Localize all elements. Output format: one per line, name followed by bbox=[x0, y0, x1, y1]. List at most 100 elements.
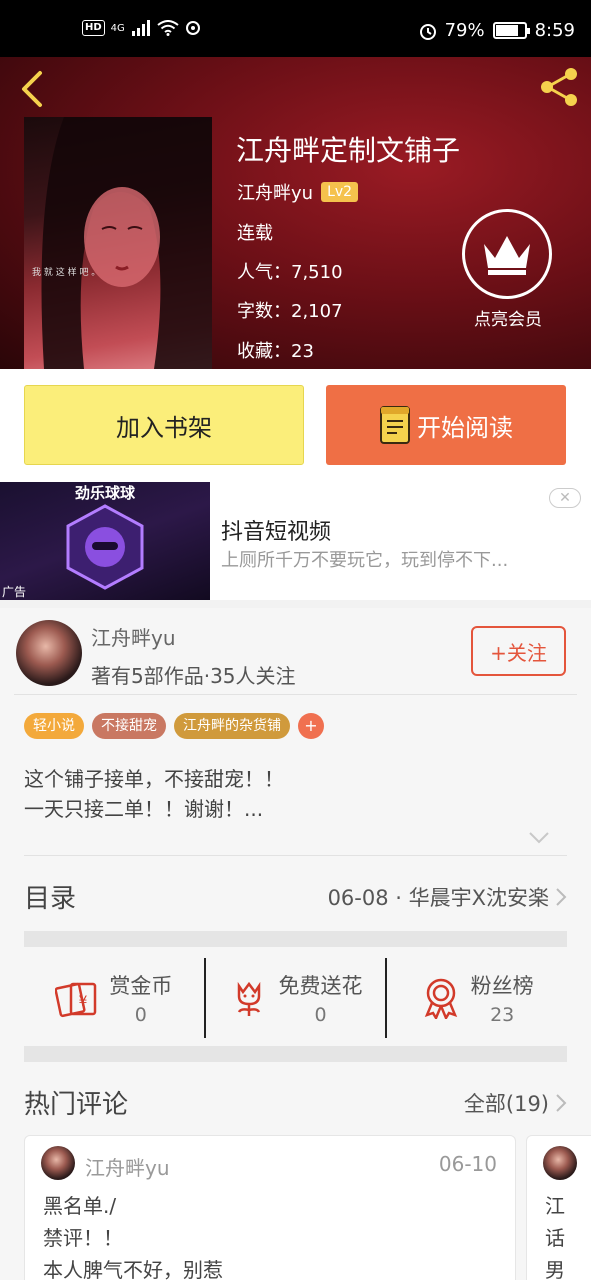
send-flower-label: 免费送花 bbox=[278, 974, 363, 998]
status-bar: HD 4G 79% 8:59 bbox=[0, 0, 591, 57]
svg-text:¥: ¥ bbox=[79, 994, 88, 1010]
start-reading-button[interactable]: 开始阅读 bbox=[326, 385, 566, 465]
book-header: 我 就 这 样 吧 。 江舟畔定制文铺子 江舟畔yu Lv2 连载 人气：7,5… bbox=[0, 57, 591, 369]
comment-card-next[interactable]: 江 话 男 bbox=[526, 1135, 591, 1280]
comment-avatar[interactable] bbox=[543, 1146, 577, 1180]
comment-line: 黑名单./ bbox=[43, 1194, 117, 1218]
start-reading-label: 开始阅读 bbox=[417, 413, 513, 442]
status-left: HD 4G bbox=[82, 20, 201, 36]
vip-label: 点亮会员 bbox=[474, 310, 542, 330]
support-stats: ¥ 赏金币 0 免费送花 0 粉丝榜 23 bbox=[24, 958, 567, 1038]
battery-icon bbox=[492, 22, 530, 39]
status-right: 79% 8:59 bbox=[419, 20, 575, 41]
all-comments-label: 全部(19) bbox=[463, 1092, 549, 1116]
battery-fill bbox=[495, 25, 518, 36]
game-logo-icon bbox=[66, 504, 144, 590]
add-tag-icon[interactable]: + bbox=[298, 713, 324, 739]
reward-coin-button[interactable]: ¥ 赏金币 0 bbox=[24, 958, 204, 1038]
send-flower-button[interactable]: 免费送花 0 bbox=[203, 958, 386, 1038]
latest-chapter-label: 06-08 · 华晨宇X沈安楽 bbox=[327, 886, 549, 910]
description-line: 一天只接二单！！谢谢！... bbox=[24, 797, 264, 821]
tag-list: 轻小说 不接甜宠 江舟畔的杂货铺 + bbox=[24, 713, 324, 739]
battery-percent: 79% bbox=[444, 20, 485, 41]
divider bbox=[14, 694, 577, 695]
network-label: 4G bbox=[110, 22, 125, 34]
comment-avatar[interactable] bbox=[41, 1146, 75, 1180]
separator-band bbox=[24, 1046, 567, 1062]
favorites-count: 收藏：23 bbox=[237, 341, 314, 362]
ad-title: 抖音短视频 bbox=[221, 520, 332, 545]
signal-icon bbox=[131, 20, 150, 36]
crown-badge bbox=[462, 209, 552, 299]
clock: 8:59 bbox=[534, 20, 575, 41]
comment-line: 话 bbox=[545, 1226, 565, 1250]
serial-status: 连载 bbox=[237, 223, 273, 244]
reward-coin-value: 0 bbox=[134, 1004, 147, 1026]
crown-icon bbox=[484, 236, 530, 275]
flower-icon bbox=[237, 981, 260, 1016]
fan-ranking-button[interactable]: 粉丝榜 23 bbox=[385, 958, 567, 1038]
comment-line: 江 bbox=[545, 1194, 565, 1218]
comment-line: 男 bbox=[545, 1258, 565, 1280]
tag-light-novel[interactable]: 轻小说 bbox=[24, 713, 84, 739]
author-stats: 著有5部作品·35人关注 bbox=[91, 664, 296, 688]
divider bbox=[24, 855, 567, 856]
description-line: 这个铺子接单，不接甜宠！！ bbox=[24, 767, 284, 791]
tag-grocery-store[interactable]: 江舟畔的杂货铺 bbox=[174, 713, 290, 739]
popularity: 人气：7,510 bbox=[237, 262, 343, 283]
ad-image-title: 劲乐球球 bbox=[74, 484, 135, 502]
content-panel: 江舟畔yu 著有5部作品·35人关注 +关注 轻小说 不接甜宠 江舟畔的杂货铺 … bbox=[0, 608, 591, 1280]
action-bar: 加入书架 开始阅读 bbox=[0, 369, 591, 482]
vip-button[interactable]: 点亮会员 bbox=[462, 209, 554, 330]
share-icon[interactable] bbox=[537, 65, 581, 109]
word-count: 字数：2,107 bbox=[237, 301, 343, 322]
comment-date: 06-10 bbox=[438, 1152, 497, 1176]
comment-line: 禁评！！ bbox=[43, 1226, 123, 1250]
ad-banner[interactable]: 劲乐球球 广告 抖音短视频 上厕所千万不要玩它，玩到停不下... ✕ bbox=[0, 482, 591, 600]
wifi-icon bbox=[157, 20, 179, 36]
hot-comments-title: 热门评论 bbox=[24, 1090, 129, 1120]
reward-coin-label: 赏金币 bbox=[109, 974, 173, 998]
author-line: 江舟畔yu Lv2 bbox=[237, 179, 359, 205]
alarm-icon bbox=[419, 23, 436, 40]
reward-coin-icon: ¥ bbox=[55, 982, 97, 1018]
chevron-down-icon[interactable] bbox=[528, 830, 550, 846]
sync-icon bbox=[185, 21, 200, 35]
cover-illustration bbox=[41, 117, 212, 369]
send-flower-text: 免费送花 0 bbox=[279, 970, 363, 1026]
comment-line: 本人脾气不好，别惹 bbox=[43, 1258, 223, 1280]
separator-band bbox=[24, 931, 567, 947]
comment-text: 江 话 男 bbox=[545, 1190, 569, 1280]
hd-badge: HD bbox=[82, 20, 105, 36]
comment-text: 黑名单./ 禁评！！ 本人脾气不好，别惹 bbox=[43, 1190, 223, 1280]
author-name[interactable]: 江舟畔yu bbox=[91, 622, 176, 651]
toc-latest-chapter[interactable]: 06-08 · 华晨宇X沈安楽 bbox=[328, 882, 567, 912]
ad-description: 上厕所千万不要玩它，玩到停不下... bbox=[221, 550, 509, 571]
follow-button[interactable]: +关注 bbox=[471, 626, 566, 676]
level-badge: Lv2 bbox=[321, 182, 359, 202]
reward-coin-text: 赏金币 0 bbox=[109, 970, 172, 1026]
medal-icon bbox=[424, 978, 457, 1019]
author-avatar[interactable] bbox=[16, 620, 82, 686]
chevron-right-icon bbox=[556, 1094, 567, 1112]
ad-tag: 广告 bbox=[2, 585, 27, 599]
book-title: 江舟畔定制文铺子 bbox=[236, 134, 461, 167]
chevron-right-icon bbox=[556, 888, 567, 906]
toc-title: 目录 bbox=[24, 884, 77, 914]
fan-ranking-label: 粉丝榜 bbox=[470, 974, 534, 998]
ad-close-icon[interactable]: ✕ bbox=[549, 488, 581, 508]
author-link[interactable]: 江舟畔yu bbox=[237, 179, 313, 205]
comment-author[interactable]: 江舟畔yu bbox=[85, 1152, 170, 1181]
add-to-shelf-button[interactable]: 加入书架 bbox=[24, 385, 304, 465]
book-icon bbox=[380, 406, 410, 444]
send-flower-value: 0 bbox=[314, 1004, 327, 1026]
comment-card[interactable]: 江舟畔yu 06-10 黑名单./ 禁评！！ 本人脾气不好，别惹 bbox=[24, 1135, 516, 1280]
cover-text: 我 就 这 样 吧 。 bbox=[32, 268, 101, 278]
tag-no-sweet[interactable]: 不接甜宠 bbox=[92, 713, 166, 739]
ad-image: 劲乐球球 广告 bbox=[0, 482, 210, 600]
book-description: 这个铺子接单，不接甜宠！！ 一天只接二单！！谢谢！... bbox=[24, 764, 284, 824]
all-comments-link[interactable]: 全部(19) bbox=[464, 1088, 567, 1118]
back-icon[interactable] bbox=[16, 69, 48, 109]
fan-ranking-value: 23 bbox=[490, 1004, 515, 1026]
book-cover[interactable]: 我 就 这 样 吧 。 bbox=[24, 117, 212, 369]
